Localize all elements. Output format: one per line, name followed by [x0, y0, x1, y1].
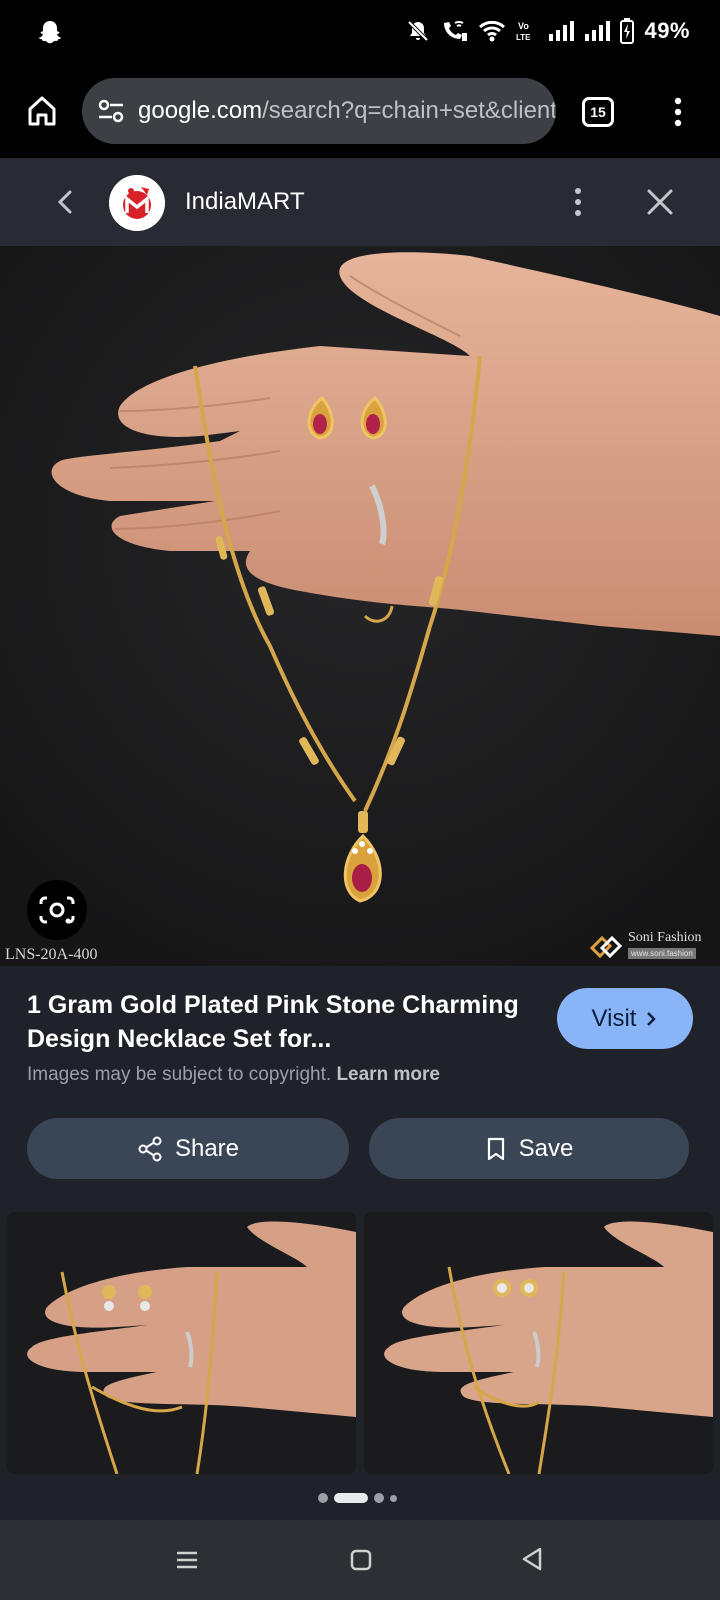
tab-switcher-button[interactable]: 15 [582, 97, 614, 127]
bookmark-icon [487, 1137, 504, 1160]
nav-back-icon[interactable] [518, 1544, 546, 1574]
battery-percent: 49% [644, 18, 690, 43]
source-name[interactable]: IndiaMART [185, 188, 305, 216]
wifi-calling-icon [444, 20, 468, 41]
volte-icon: Vo LTE [516, 21, 531, 42]
share-label: Share [174, 1134, 240, 1162]
source-more-icon[interactable] [566, 184, 590, 220]
signal-icon-2 [585, 21, 611, 41]
system-navigation-bar [0, 1520, 720, 1600]
signal-icon [549, 21, 575, 41]
indiamart-logo [109, 175, 165, 231]
share-button[interactable]: Share [27, 1118, 349, 1179]
tune-icon[interactable] [96, 96, 126, 126]
watermark: Soni Fashion www.soni.fashion [588, 930, 718, 966]
close-icon[interactable] [640, 182, 680, 222]
recents-icon[interactable] [173, 1546, 201, 1574]
google-lens-icon[interactable] [27, 880, 87, 940]
bell-muted-icon [408, 20, 429, 42]
pager-dot [390, 1494, 397, 1502]
pager-dot-active [334, 1493, 368, 1503]
main-product-image[interactable] [0, 246, 720, 966]
product-code-overlay: LNS-20A-400 [5, 946, 98, 963]
wifi-icon [479, 20, 506, 42]
related-image-thumbnail[interactable] [7, 1212, 356, 1474]
watermark-url: www.soni.fashion [628, 948, 696, 959]
carousel-pager [318, 1493, 397, 1503]
copyright-notice: Images may be subject to copyright. Lear… [27, 1064, 440, 1086]
image-viewer-header: IndiaMART [0, 158, 720, 246]
battery-charging-icon [620, 18, 635, 44]
save-label: Save [518, 1134, 574, 1162]
pager-dot [374, 1493, 384, 1503]
watermark-brand: Soni Fashion [628, 930, 702, 945]
chevron-right-icon [647, 1011, 657, 1026]
visit-label: Visit [591, 1004, 637, 1032]
save-button[interactable]: Save [369, 1118, 689, 1179]
status-icons: Vo LTE 49% [406, 16, 690, 46]
pager-dot [318, 1493, 328, 1503]
status-bar: Vo LTE 49% [0, 0, 720, 64]
back-chevron-icon[interactable] [44, 180, 88, 224]
url-domain: google.com [138, 97, 263, 124]
address-bar[interactable]: google.com/search?q=chain+set&client [82, 78, 556, 144]
url-path: /search?q=chain+set&client [262, 97, 556, 124]
more-options-icon[interactable] [666, 94, 690, 130]
related-image-thumbnail[interactable] [364, 1212, 713, 1474]
home-icon[interactable] [22, 91, 62, 131]
copyright-text: Images may be subject to copyright. [27, 1064, 332, 1085]
share-icon [138, 1136, 162, 1161]
learn-more-link[interactable]: Learn more [336, 1064, 439, 1085]
browser-toolbar: google.com/search?q=chain+set&client 15 [0, 64, 720, 158]
svg-text:Vo: Vo [518, 21, 529, 31]
url-text: google.com/search?q=chain+set&client [138, 97, 556, 125]
soni-fashion-logo-icon [589, 935, 623, 959]
result-title[interactable]: 1 Gram Gold Plated Pink Stone Charming D… [27, 988, 527, 1056]
svg-text:LTE: LTE [516, 33, 531, 42]
snapchat-icon [36, 18, 64, 46]
visit-button[interactable]: Visit [557, 988, 693, 1049]
nav-home-icon[interactable] [347, 1546, 375, 1574]
